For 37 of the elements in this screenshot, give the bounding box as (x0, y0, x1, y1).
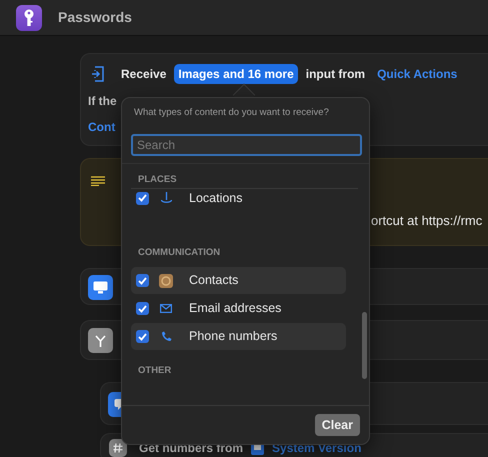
description-text: If the (88, 94, 117, 108)
scrollbar[interactable] (362, 312, 367, 379)
app-icon (16, 4, 42, 30)
search-field[interactable]: Search (131, 134, 362, 156)
checkbox[interactable] (136, 330, 149, 344)
content-type-label: Contacts (189, 272, 238, 290)
checkbox[interactable] (136, 192, 149, 205)
continue-link[interactable]: Cont (88, 120, 116, 134)
content-type-label: Email addresses (189, 300, 282, 318)
contacts-icon (159, 274, 173, 288)
window-title: Passwords (58, 8, 132, 27)
checkbox[interactable] (136, 274, 149, 288)
monitor-icon (88, 275, 113, 300)
phone-icon (160, 331, 172, 342)
checkbox[interactable] (136, 302, 149, 316)
option-row[interactable]: Contacts (131, 267, 346, 294)
types-button[interactable]: Images and 16 more (174, 64, 298, 84)
content-type-label: Locations (189, 190, 243, 207)
section-header: COMMUNICATION (137, 246, 222, 260)
content-type-label: Phone numbers (189, 328, 278, 346)
source-link[interactable]: Quick Actions (377, 65, 458, 83)
section-header: OTHER (137, 364, 172, 378)
comment-text: ortcut at https://rmc (371, 212, 484, 230)
option-row[interactable]: Locations (131, 189, 346, 208)
connector-text: input from (306, 66, 366, 83)
clear-button[interactable]: Clear (314, 414, 360, 436)
popover-prompt: What types of content do you want to receive? (133, 106, 330, 120)
number-icon (109, 439, 127, 457)
mail-icon (160, 304, 172, 314)
section-header: PLACES (137, 173, 178, 188)
option-row[interactable]: Email addresses (131, 295, 346, 322)
split-icon (88, 328, 113, 353)
pin-icon (160, 192, 172, 204)
action-label: Receive (121, 66, 166, 83)
input-icon (91, 66, 105, 82)
option-row[interactable]: Phone numbers (131, 323, 346, 350)
comment-icon (91, 176, 105, 186)
